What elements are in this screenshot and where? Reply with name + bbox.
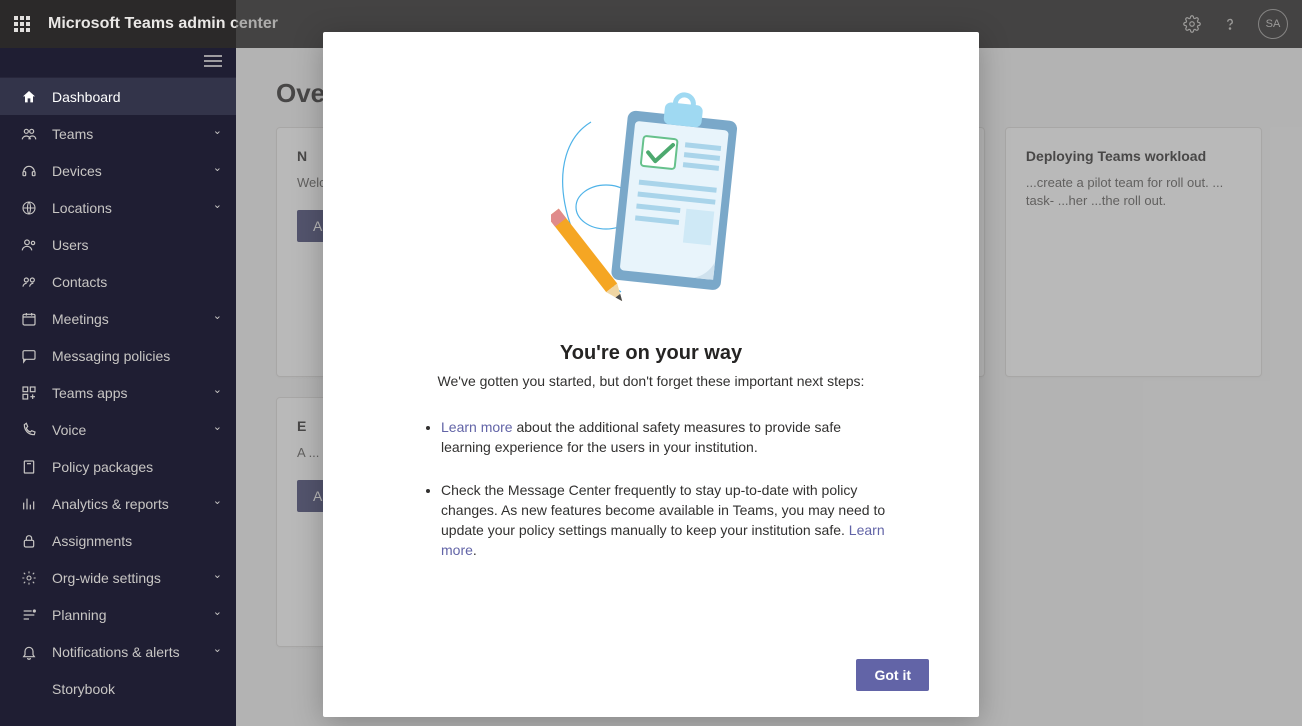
sidebar-collapse-row [0, 48, 236, 78]
bullet2-text-b: . [473, 542, 477, 558]
sidebar-item-messaging-policies[interactable]: Messaging policies [0, 337, 236, 374]
sidebar-item-label: Teams [52, 126, 213, 142]
got-it-button[interactable]: Got it [856, 659, 929, 691]
chevron-down-icon [213, 571, 222, 584]
clipboard-illustration [373, 82, 929, 312]
sidebar-item-locations[interactable]: Locations [0, 189, 236, 226]
lock-icon [18, 533, 40, 549]
package-icon [18, 459, 40, 475]
sidebar-item-label: Storybook [52, 681, 222, 697]
sidebar-item-storybook[interactable]: Storybook [0, 670, 236, 707]
chat-icon [18, 348, 40, 364]
sidebar-item-label: Planning [52, 607, 213, 623]
sidebar-item-voice[interactable]: Voice [0, 411, 236, 448]
sidebar-item-label: Policy packages [52, 459, 222, 475]
chevron-down-icon [213, 127, 222, 140]
apps-icon [18, 385, 40, 401]
chevron-down-icon [213, 164, 222, 177]
modal-bullet-2: Check the Message Center frequently to s… [441, 480, 889, 561]
sidebar-item-label: Org-wide settings [52, 570, 213, 586]
modal-checklist: Learn more about the additional safety m… [373, 417, 929, 583]
modal-footer: Got it [373, 659, 929, 691]
onboarding-modal: You're on your way We've gotten you star… [323, 32, 979, 717]
sidebar-item-org-wide-settings[interactable]: Org-wide settings [0, 559, 236, 596]
sidebar-item-label: Dashboard [52, 89, 222, 105]
modal-title: You're on your way [373, 342, 929, 365]
sidebar-item-label: Assignments [52, 533, 222, 549]
sidebar-item-devices[interactable]: Devices [0, 152, 236, 189]
sidebar-item-label: Analytics & reports [52, 496, 213, 512]
sidebar-item-assignments[interactable]: Assignments [0, 522, 236, 559]
sidebar-item-label: Voice [52, 422, 213, 438]
chevron-down-icon [213, 497, 222, 510]
phone-icon [18, 422, 40, 438]
globe-icon [18, 200, 40, 216]
people-icon [18, 237, 40, 253]
sidebar-item-teams[interactable]: Teams [0, 115, 236, 152]
modal-bullet-1: Learn more about the additional safety m… [441, 417, 889, 458]
analytics-icon [18, 496, 40, 512]
app-launcher-icon[interactable] [14, 16, 30, 32]
chevron-down-icon [213, 312, 222, 325]
sidebar-item-analytics-reports[interactable]: Analytics & reports [0, 485, 236, 522]
planning-icon [18, 607, 40, 623]
calendar-icon [18, 311, 40, 327]
chevron-down-icon [213, 645, 222, 658]
home-icon [18, 89, 40, 105]
headset-icon [18, 163, 40, 179]
sidebar-item-contacts[interactable]: Contacts [0, 263, 236, 300]
sidebar-item-label: Messaging policies [52, 348, 222, 364]
bell-icon [18, 644, 40, 660]
sidebar-item-label: Locations [52, 200, 213, 216]
contacts-icon [18, 274, 40, 290]
settings-icon [18, 570, 40, 586]
sidebar-item-meetings[interactable]: Meetings [0, 300, 236, 337]
sidebar-item-dashboard[interactable]: Dashboard [0, 78, 236, 115]
chevron-down-icon [213, 608, 222, 621]
chevron-down-icon [213, 201, 222, 214]
sidebar-item-teams-apps[interactable]: Teams apps [0, 374, 236, 411]
sidebar-item-policy-packages[interactable]: Policy packages [0, 448, 236, 485]
modal-subtitle: We've gotten you started, but don't forg… [373, 373, 929, 389]
sidebar-nav: Dashboard Teams Devices Locations Users Conta… [0, 78, 236, 707]
sidebar-toggle-icon[interactable] [204, 54, 222, 71]
chevron-down-icon [213, 423, 222, 436]
sidebar-item-label: Devices [52, 163, 213, 179]
sidebar-item-label: Users [52, 237, 222, 253]
sidebar-item-planning[interactable]: Planning [0, 596, 236, 633]
learn-more-link-safety[interactable]: Learn more [441, 419, 513, 435]
sidebar-item-notifications-alerts[interactable]: Notifications & alerts [0, 633, 236, 670]
bullet2-text-a: Check the Message Center frequently to s… [441, 482, 885, 539]
sidebar-item-label: Notifications & alerts [52, 644, 213, 660]
sidebar: Dashboard Teams Devices Locations Users Conta… [0, 48, 236, 726]
chevron-down-icon [213, 386, 222, 399]
sidebar-item-label: Contacts [52, 274, 222, 290]
sidebar-item-label: Meetings [52, 311, 213, 327]
people-team-icon [18, 126, 40, 142]
sidebar-item-users[interactable]: Users [0, 226, 236, 263]
sidebar-item-label: Teams apps [52, 385, 213, 401]
